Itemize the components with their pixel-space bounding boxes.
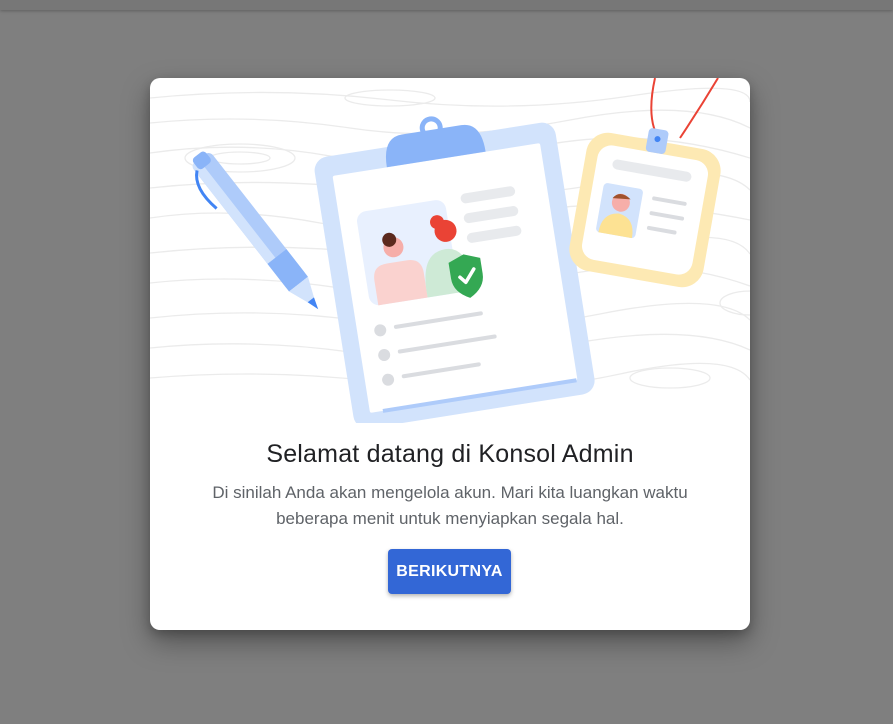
- top-app-bar: [0, 0, 893, 10]
- welcome-illustration: [150, 78, 750, 423]
- next-button[interactable]: BERIKUTNYA: [388, 549, 511, 594]
- welcome-dialog: Selamat datang di Konsol Admin Di sinila…: [150, 78, 750, 630]
- clipboard-icon: [314, 116, 595, 423]
- pen-icon: [192, 151, 319, 310]
- dialog-title: Selamat datang di Konsol Admin: [266, 440, 634, 468]
- dialog-description: Di sinilah Anda akan mengelola akun. Mar…: [212, 483, 688, 528]
